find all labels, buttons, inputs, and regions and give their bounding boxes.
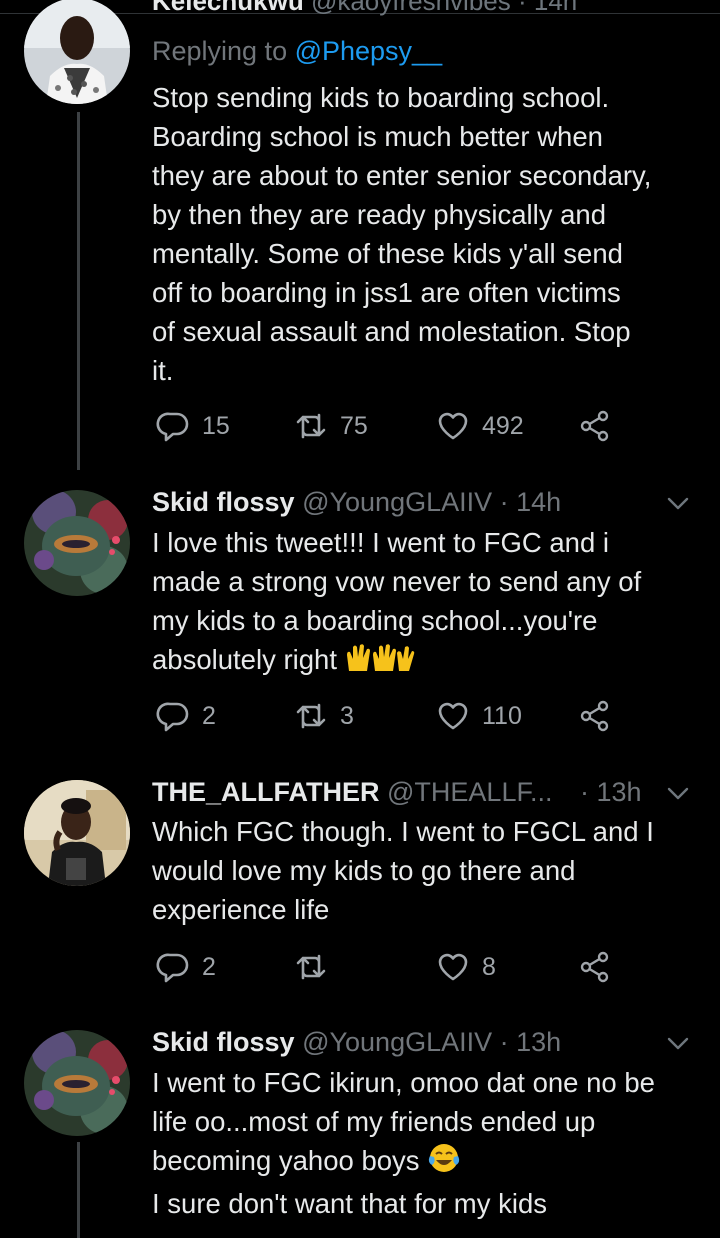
avatar[interactable] bbox=[24, 1030, 130, 1136]
share-icon bbox=[580, 951, 609, 983]
like-button[interactable]: 492 bbox=[436, 406, 524, 446]
heart-icon bbox=[438, 953, 468, 981]
share-icon bbox=[580, 700, 609, 732]
reply-count: 15 bbox=[202, 411, 230, 440]
chevron-down-icon[interactable] bbox=[666, 786, 690, 802]
reply-button[interactable]: 2 bbox=[156, 696, 216, 736]
tweet-header: Skid flossy @YoungGLAIIV · 13h bbox=[152, 1027, 561, 1058]
tweet-text: I went to FGC ikirun, omoo dat one no be… bbox=[152, 1067, 655, 1219]
handle[interactable]: @THEALLF... bbox=[387, 777, 552, 807]
tweet-4[interactable]: Skid flossy @YoungGLAIIV · 13h I went to… bbox=[0, 1010, 720, 1238]
heart-icon bbox=[438, 412, 468, 440]
reply-icon bbox=[156, 953, 189, 983]
display-name[interactable]: THE_ALLFATHER bbox=[152, 777, 380, 807]
thread-line bbox=[77, 1142, 80, 1238]
display-name[interactable]: Skid flossy bbox=[152, 1027, 295, 1057]
reply-button[interactable]: 2 bbox=[156, 947, 216, 987]
retweet-count: 75 bbox=[340, 411, 368, 440]
timestamp: · 14h bbox=[499, 487, 562, 517]
tweet-header: THE_ALLFATHER @THEALLF... bbox=[152, 777, 552, 808]
retweet-icon bbox=[296, 954, 326, 980]
action-bar: 2 8 bbox=[152, 947, 622, 987]
retweet-button[interactable]: 3 bbox=[294, 696, 354, 736]
reply-count: 2 bbox=[202, 952, 216, 981]
avatar[interactable] bbox=[24, 0, 130, 104]
reply-button[interactable]: 15 bbox=[156, 406, 230, 446]
like-count: 492 bbox=[482, 411, 524, 440]
thread-line bbox=[77, 112, 80, 470]
replying-to: Replying to @Phepsy__ bbox=[152, 36, 443, 66]
tweet-1[interactable]: Replying to @Phepsy__ Stop sending kids … bbox=[0, 0, 720, 470]
share-button[interactable] bbox=[578, 947, 612, 987]
avatar[interactable] bbox=[24, 780, 130, 886]
retweet-count: 3 bbox=[340, 701, 354, 730]
retweet-icon bbox=[296, 703, 326, 729]
timestamp: · 13h bbox=[499, 1027, 562, 1057]
raised-hands-emoji bbox=[345, 641, 415, 683]
action-bar: 15 75 492 bbox=[152, 406, 622, 446]
share-icon bbox=[580, 410, 609, 442]
tweet-3[interactable]: THE_ALLFATHER @THEALLF... · 13h Which FG… bbox=[0, 755, 720, 1010]
handle[interactable]: @YoungGLAIIV bbox=[302, 1027, 492, 1057]
heart-icon bbox=[438, 702, 468, 730]
chevron-down-icon[interactable] bbox=[666, 496, 690, 512]
retweet-button[interactable]: 75 bbox=[294, 406, 368, 446]
retweet-icon bbox=[296, 413, 326, 439]
like-button[interactable]: 110 bbox=[436, 696, 522, 736]
retweet-button[interactable] bbox=[294, 947, 340, 987]
tweet-header: Skid flossy @YoungGLAIIV · 14h bbox=[152, 487, 561, 518]
reply-count: 2 bbox=[202, 701, 216, 730]
reply-icon bbox=[156, 412, 189, 442]
mention-link[interactable]: @Phepsy__ bbox=[295, 36, 443, 66]
display-name[interactable]: Skid flossy bbox=[152, 487, 295, 517]
action-bar: 2 3 110 bbox=[152, 696, 622, 736]
timestamp: · 13h bbox=[580, 777, 642, 807]
share-button[interactable] bbox=[578, 696, 612, 736]
tweet-text: I love this tweet!!! I went to FGC and i… bbox=[152, 523, 702, 683]
like-count: 110 bbox=[482, 701, 522, 730]
chevron-down-icon[interactable] bbox=[666, 1036, 690, 1052]
tweet-text: Which FGC though. I went to FGCL and I w… bbox=[152, 816, 654, 925]
handle[interactable]: @YoungGLAIIV bbox=[302, 487, 492, 517]
like-count: 8 bbox=[482, 952, 496, 981]
avatar[interactable] bbox=[24, 490, 130, 596]
tears-of-joy-emoji bbox=[427, 1142, 461, 1184]
tweet-2[interactable]: Skid flossy @YoungGLAIIV · 14h I love th… bbox=[0, 470, 720, 755]
share-button[interactable] bbox=[578, 406, 612, 446]
tweet-text: Stop sending kids to boarding school. Bo… bbox=[152, 82, 652, 386]
like-button[interactable]: 8 bbox=[436, 947, 496, 987]
reply-icon bbox=[156, 702, 189, 732]
